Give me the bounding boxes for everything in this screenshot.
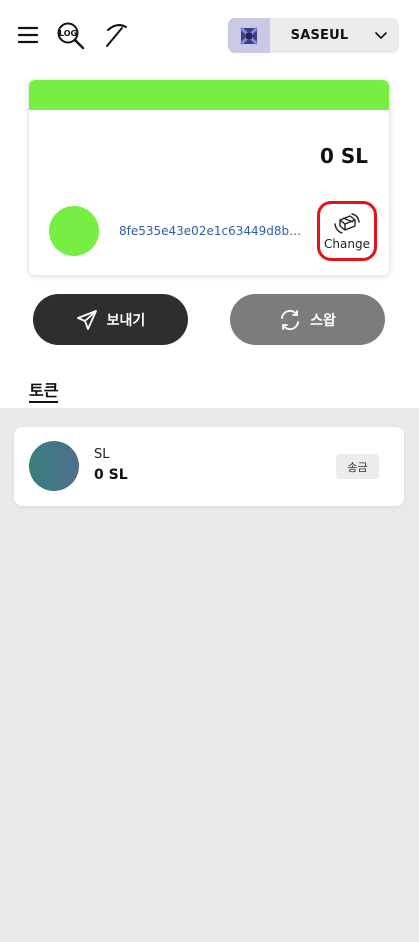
token-balance: 0 SL [94,467,128,483]
refresh-icon [281,309,300,330]
log-search-icon[interactable]: LOG [56,20,86,50]
send-label: 보내기 [106,312,146,329]
token-list: SL 0 SL 송금 [0,408,419,942]
chevron-down-icon [363,31,399,40]
menu-icon[interactable] [13,20,43,50]
pickaxe-icon[interactable] [102,20,132,50]
network-logo-icon [228,18,270,53]
token-list-item[interactable]: SL 0 SL 송금 [14,427,404,506]
network-selector[interactable]: SASEUL [228,18,399,53]
wallet-balance: 0 SL [319,144,368,168]
wallet-avatar [49,206,99,256]
log-text: LOG [59,29,77,38]
token-transfer-button[interactable]: 송금 [336,454,379,479]
paper-plane-icon [76,309,97,330]
change-wallet-button[interactable]: Change [317,201,377,261]
wallet-card: 0 SL 8fe535e43e02e1c63449d8bbd… Change [29,80,389,275]
wallet-address[interactable]: 8fe535e43e02e1c63449d8bbd… [119,224,304,238]
network-name: SASEUL [290,28,349,43]
token-symbol: SL [94,447,110,462]
change-label: Change [324,236,370,251]
wallet-swap-icon [334,212,360,234]
send-button[interactable]: 보내기 [33,294,188,345]
swap-label: 스왑 [310,312,336,329]
wallet-card-accent [29,80,389,110]
top-bar: LOG SASEUL [0,0,419,72]
swap-button[interactable]: 스왑 [230,294,385,345]
tokens-section-title: 토큰 [29,382,59,403]
token-avatar [29,441,79,491]
